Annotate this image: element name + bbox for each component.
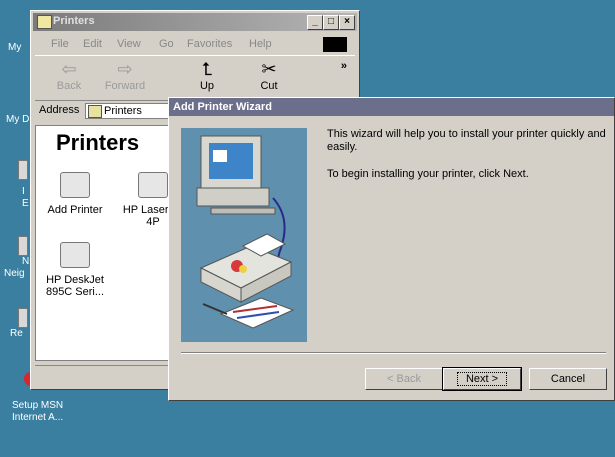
address-value: Printers — [104, 105, 142, 117]
computer-printer-illustration — [196, 135, 295, 329]
add-printer-wizard: Add Printer Wizard This wizard will help… — [168, 97, 615, 401]
add-printer-item[interactable]: Add Printer — [38, 172, 112, 216]
add-printer-label: Add Printer — [47, 204, 103, 216]
printers-folder-icon — [37, 15, 52, 29]
desktop-label-my-computer[interactable]: My — [8, 42, 21, 54]
desktop-label-setup-msn[interactable]: Setup MSN — [12, 400, 63, 412]
toolbar-more-chevron[interactable]: » — [341, 60, 347, 72]
up-label: Up — [199, 80, 215, 92]
forward-label: Forward — [104, 80, 146, 92]
back-wizard-label: < Back — [387, 373, 421, 385]
menu-edit[interactable]: Edit — [83, 38, 102, 50]
menu-file[interactable]: File — [51, 38, 69, 50]
menu-bar: File Edit View Go Favorites Help — [35, 35, 355, 53]
printers-folder-icon — [88, 105, 102, 118]
back-wizard-button[interactable]: < Back — [365, 368, 443, 390]
printer-icon — [138, 172, 168, 198]
forward-arrow-icon: ⇨ — [117, 59, 133, 79]
wizard-instruction-text: To begin installing your printer, click … — [327, 168, 529, 180]
desktop-label-setup-msn-2[interactable]: Internet A... — [12, 412, 63, 424]
wizard-illustration — [181, 128, 307, 342]
desktop-label-network-2[interactable]: Neig — [4, 268, 25, 280]
cut-button[interactable]: ✂ Cut — [247, 58, 291, 98]
back-arrow-icon: ⇦ — [61, 59, 77, 79]
up-folder-icon: ⮤ — [201, 59, 213, 79]
menu-go[interactable]: Go — [159, 38, 174, 50]
desktop-ie-icon[interactable] — [18, 160, 28, 180]
desktop-label-network[interactable]: N — [22, 256, 29, 268]
desktop-label-recycle[interactable]: Re — [10, 328, 23, 340]
next-button[interactable]: Next > — [442, 367, 522, 391]
toolbar: ⇦ Back ⇨ Forward ⮤ Up ✂ Cut » — [35, 55, 355, 101]
desktop-label-ie[interactable]: I — [22, 186, 25, 198]
close-button[interactable]: × — [339, 15, 355, 30]
cancel-button[interactable]: Cancel — [529, 368, 607, 390]
wizard-separator — [181, 352, 606, 354]
desktop-network-icon[interactable] — [18, 236, 28, 256]
back-button[interactable]: ⇦ Back — [47, 58, 91, 98]
menu-favorites[interactable]: Favorites — [187, 38, 232, 50]
minimize-button[interactable]: _ — [307, 15, 323, 30]
folder-title: Printers — [56, 130, 140, 155]
hp-deskjet-label: HP DeskJet 895C Seri... — [45, 274, 105, 298]
up-button[interactable]: ⮤ Up — [185, 58, 229, 98]
cancel-label: Cancel — [550, 373, 586, 385]
cut-label: Cut — [260, 80, 278, 92]
menu-help[interactable]: Help — [249, 38, 272, 50]
desktop-label-ie-2[interactable]: E — [22, 198, 29, 210]
desktop-label-my-documents[interactable]: My D — [6, 114, 29, 126]
printers-window-titlebar[interactable]: Printers _ □ × — [33, 13, 357, 31]
desktop-recycle-icon[interactable] — [18, 308, 28, 328]
hp-deskjet-item[interactable]: HP DeskJet 895C Seri... — [38, 242, 112, 298]
wizard-title[interactable]: Add Printer Wizard — [169, 98, 614, 116]
scissors-icon: ✂ — [261, 59, 277, 79]
wizard-description: This wizard will help you to install you… — [327, 128, 607, 195]
window-title: Printers — [53, 15, 95, 27]
maximize-button[interactable]: □ — [323, 15, 339, 30]
windows-logo-icon — [323, 37, 347, 52]
printer-icon — [60, 242, 90, 268]
add-printer-icon — [60, 172, 90, 198]
menu-view[interactable]: View — [117, 38, 141, 50]
back-label: Back — [56, 80, 82, 92]
next-label: Next > — [456, 372, 508, 386]
wizard-intro-text: This wizard will help you to install you… — [327, 128, 606, 153]
address-label: Address — [39, 104, 80, 116]
forward-button[interactable]: ⇨ Forward — [103, 58, 147, 98]
